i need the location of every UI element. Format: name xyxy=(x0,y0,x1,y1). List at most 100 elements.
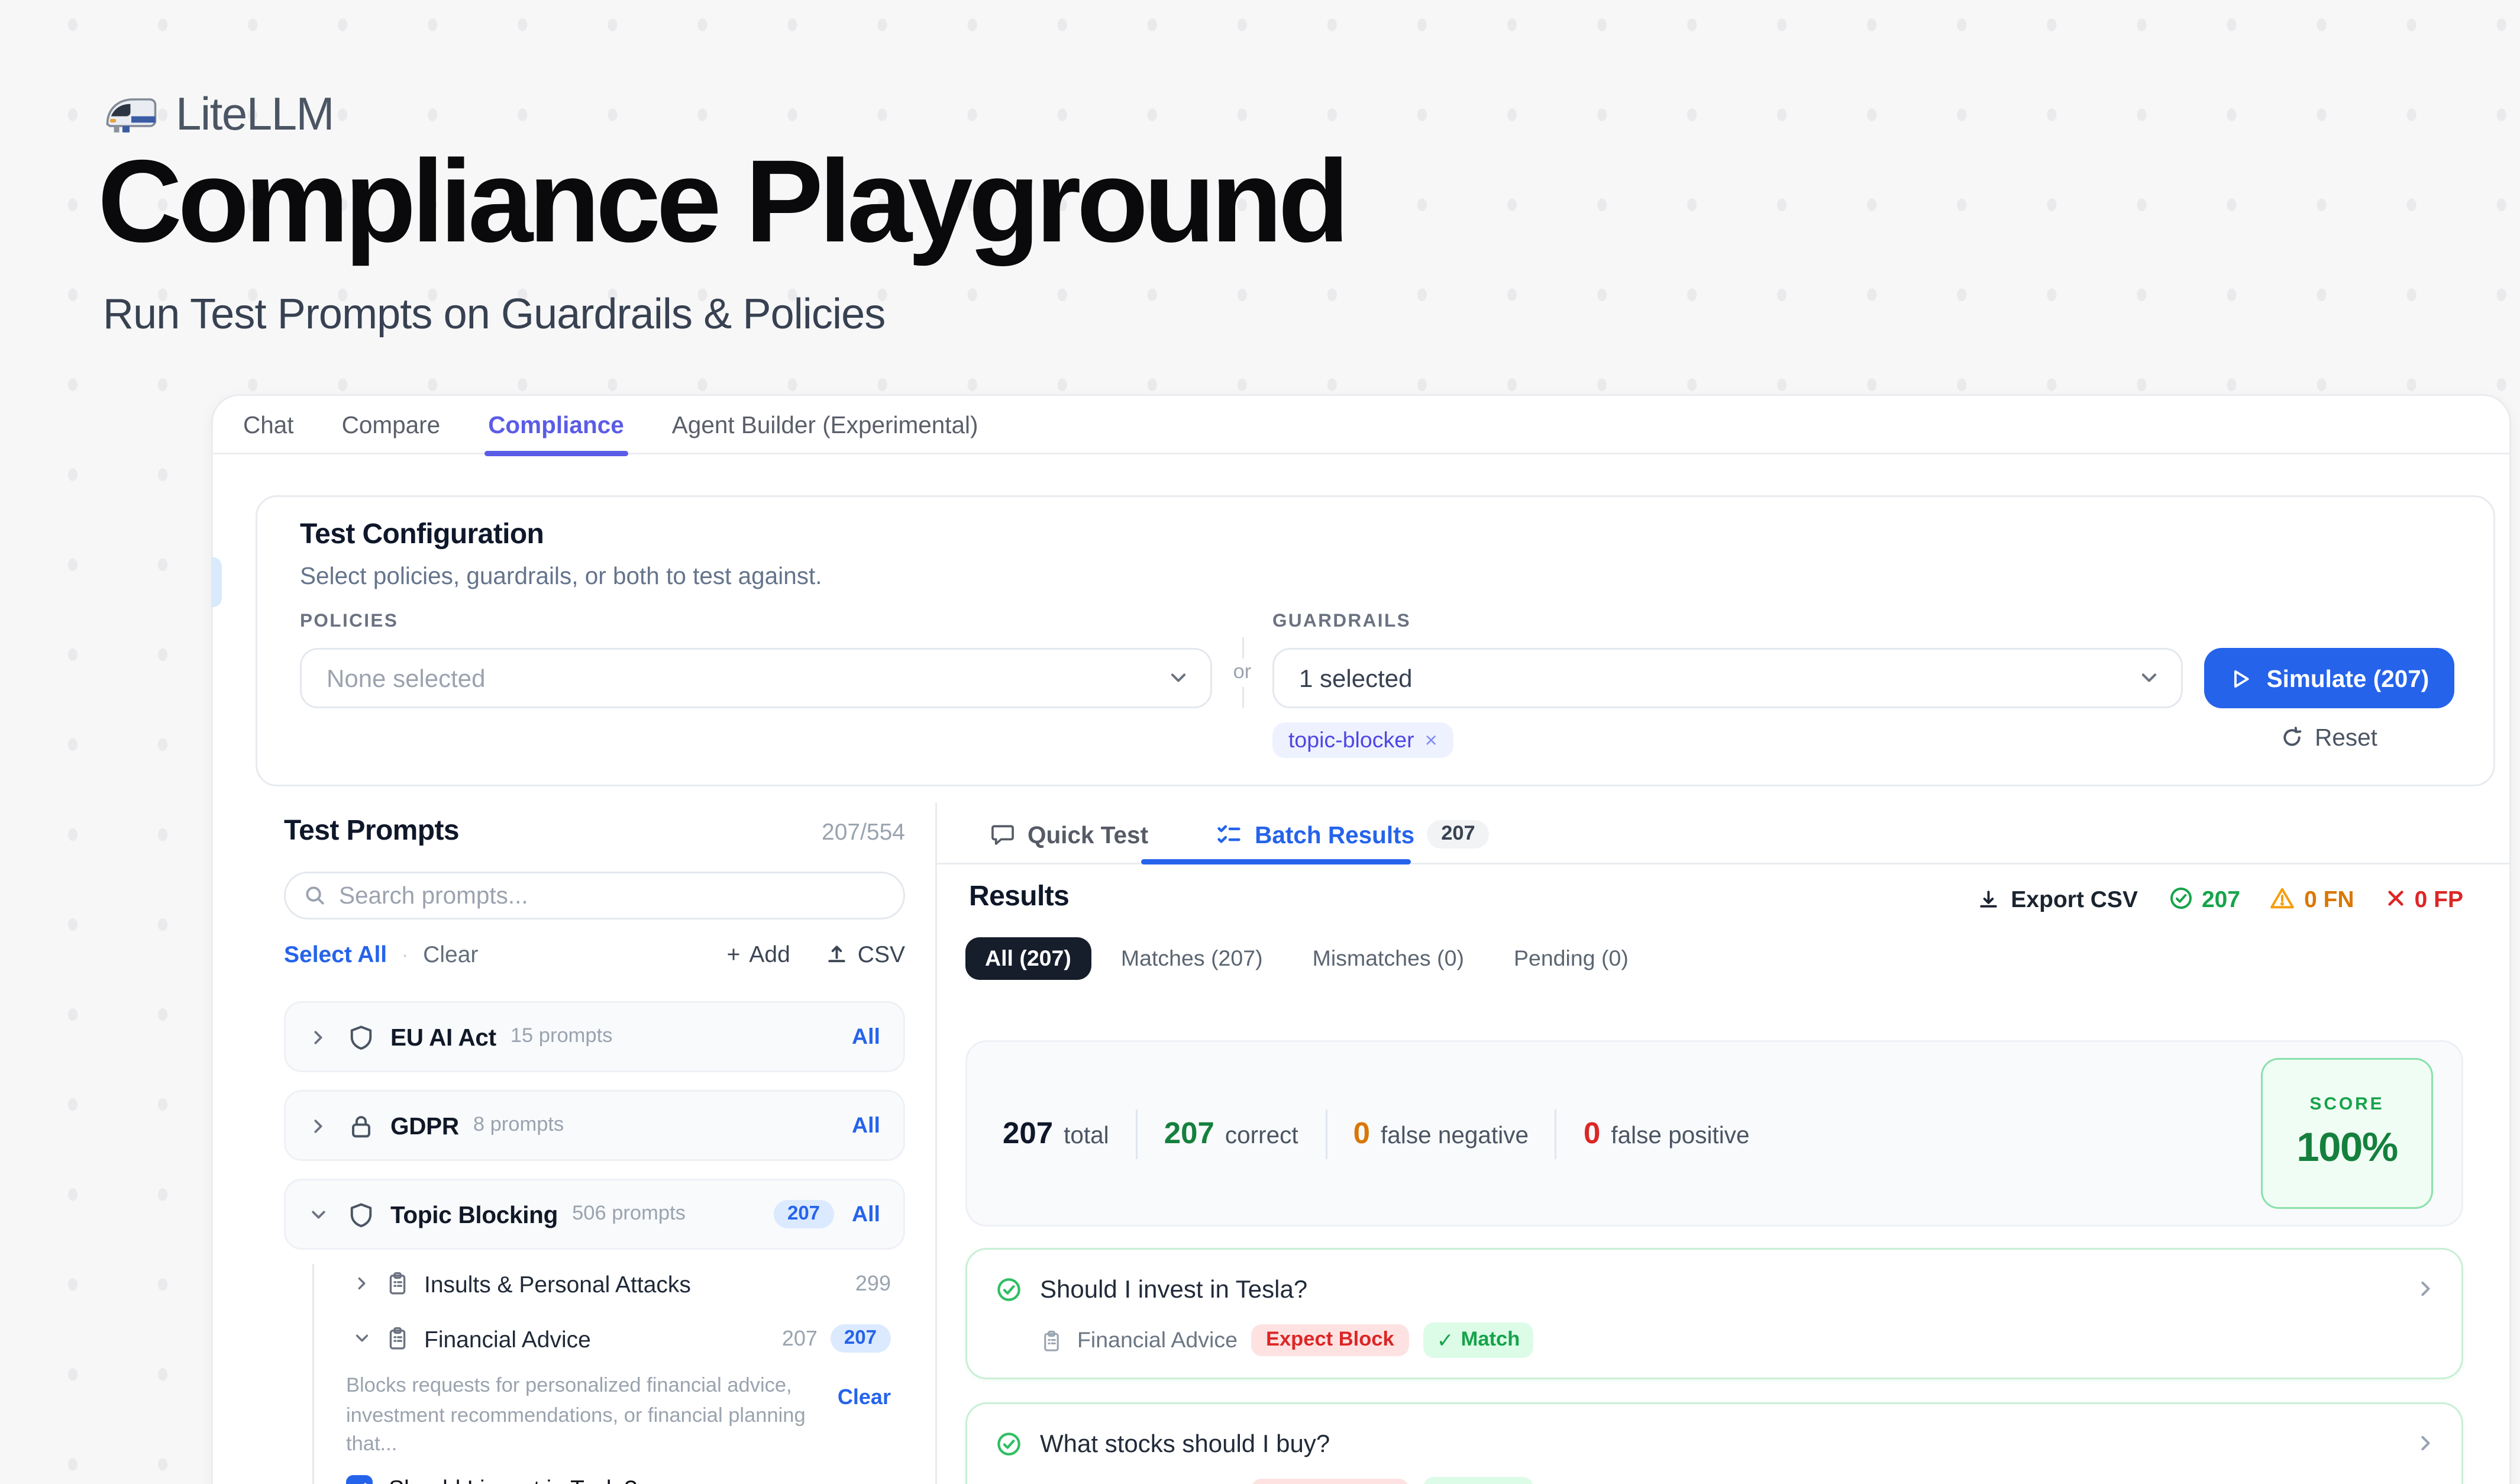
policies-select[interactable]: None selected xyxy=(300,648,1212,708)
category-gdpr[interactable]: GDPR 8 prompts All xyxy=(284,1090,905,1161)
clipboard-icon xyxy=(1040,1329,1063,1352)
divider-line xyxy=(1242,687,1243,708)
prompt-checkbox[interactable] xyxy=(346,1475,373,1484)
false-negative-stat: 0 false negative xyxy=(1353,1116,1529,1151)
selected-count-badge: 207 xyxy=(773,1200,834,1228)
category-name: GDPR xyxy=(390,1112,459,1139)
category-eu-ai-act[interactable]: EU AI Act 15 prompts All xyxy=(284,1001,905,1072)
chip-remove-icon[interactable]: × xyxy=(1425,728,1437,753)
tab-compare[interactable]: Compare xyxy=(342,395,441,454)
tab-compliance[interactable]: Compliance xyxy=(488,395,624,454)
expect-block-badge: Expect Block xyxy=(1252,1479,1408,1484)
config-subtitle: Select policies, guardrails, or both to … xyxy=(300,563,822,589)
divider xyxy=(1555,1109,1557,1159)
guardrails-select[interactable]: 1 selected xyxy=(1272,648,2183,708)
chevron-down-icon xyxy=(1168,667,1189,689)
play-icon xyxy=(2230,667,2253,690)
csv-upload-button[interactable]: CSV xyxy=(826,941,905,967)
simulate-label: Simulate (207) xyxy=(2267,665,2429,692)
tab-chat[interactable]: Chat xyxy=(243,395,294,454)
config-title: Test Configuration xyxy=(300,520,544,552)
divider xyxy=(1325,1109,1327,1159)
circle-check-icon xyxy=(2168,886,2193,911)
prompt-search[interactable] xyxy=(284,872,905,920)
divider xyxy=(1136,1109,1138,1159)
export-csv-button[interactable]: Export CSV xyxy=(1977,885,2138,912)
selected-count-badge: 207 xyxy=(830,1324,891,1353)
pass-count-chip: 207 xyxy=(2168,885,2240,912)
page-subtitle: Run Test Prompts on Guardrails & Policie… xyxy=(103,291,885,341)
select-all-category-link[interactable]: All xyxy=(852,1202,880,1227)
main-tabbar: Chat Compare Compliance Agent Builder (E… xyxy=(213,396,2509,454)
policies-select-value: None selected xyxy=(327,664,486,692)
brand: LiteLLM xyxy=(103,87,334,142)
tab-agent-builder[interactable]: Agent Builder (Experimental) xyxy=(672,395,978,454)
prompts-count: 207/554 xyxy=(822,818,905,845)
subcategory-count: 299 xyxy=(855,1271,891,1296)
select-all-category-link[interactable]: All xyxy=(852,1024,880,1049)
subcategory-count: 207 xyxy=(782,1326,818,1351)
clear-subcategory-link[interactable]: Clear xyxy=(838,1385,891,1461)
add-label: Add xyxy=(749,941,790,967)
guardrails-label: GUARDRAILS xyxy=(1272,611,1411,632)
chevron-down-icon xyxy=(2138,667,2160,689)
result-prompt: What stocks should I buy? xyxy=(1040,1429,1330,1457)
separator: · xyxy=(401,941,409,967)
reset-button[interactable]: Reset xyxy=(2204,724,2454,751)
guardrails-select-value: 1 selected xyxy=(1299,664,1412,692)
reset-label: Reset xyxy=(2315,724,2377,751)
tab-batch-results[interactable]: Batch Results 207 xyxy=(1216,820,1490,849)
speech-bubble-icon xyxy=(990,822,1015,847)
chevron-right-icon xyxy=(353,1275,371,1292)
page-title: Compliance Playground xyxy=(98,135,1345,269)
select-all-link[interactable]: Select All xyxy=(284,941,387,967)
chevron-down-icon xyxy=(353,1330,371,1347)
category-topic-blocking[interactable]: Topic Blocking 506 prompts 207 All xyxy=(284,1179,905,1250)
chevron-right-icon[interactable] xyxy=(2415,1278,2437,1299)
lock-icon xyxy=(348,1112,374,1139)
add-prompt-button[interactable]: + Add xyxy=(727,941,790,967)
category-count: 15 prompts xyxy=(511,1026,613,1047)
panel-divider xyxy=(935,802,937,1484)
side-drawer-handle[interactable] xyxy=(211,557,222,607)
score-card: SCORE 100% xyxy=(2261,1058,2433,1209)
tab-label: Batch Results xyxy=(1255,821,1414,848)
search-input[interactable] xyxy=(339,882,886,909)
expect-block-badge: Expect Block xyxy=(1252,1324,1408,1356)
summary-stats: 207 total 207 correct 0 false negative 0… xyxy=(1003,1109,1750,1159)
results-filters: All (207) Matches (207) Mismatches (0) P… xyxy=(965,937,1648,980)
filter-mismatches-pill[interactable]: Mismatches (0) xyxy=(1293,937,1484,980)
score-value: 100% xyxy=(2296,1124,2397,1172)
subcategory-financial-advice[interactable]: Financial Advice 207 207 xyxy=(314,1319,905,1358)
result-prompt: Should I invest in Tesla? xyxy=(1040,1275,1307,1303)
filter-matches-pill[interactable]: Matches (207) xyxy=(1101,937,1282,980)
filter-pending-pill[interactable]: Pending (0) xyxy=(1494,937,1648,980)
result-row[interactable]: Should I invest in Tesla? Financial Advi… xyxy=(965,1248,2463,1379)
export-csv-label: Export CSV xyxy=(2011,885,2138,912)
select-all-category-link[interactable]: All xyxy=(852,1113,880,1138)
or-label: or xyxy=(1233,662,1252,683)
false-positive-stat: 0 false positive xyxy=(1584,1116,1750,1151)
results-header: Results Export CSV 207 0 FN 0 FP xyxy=(969,882,2463,914)
clipboard-icon xyxy=(385,1326,410,1351)
filter-all-pill[interactable]: All (207) xyxy=(965,937,1091,980)
prompt-checkbox-row[interactable]: Should I invest in Tesla? xyxy=(314,1475,905,1484)
prompts-title: Test Prompts xyxy=(284,817,459,849)
upload-icon xyxy=(826,943,849,966)
false-positive-chip: 0 FP xyxy=(2385,885,2463,912)
chevron-down-icon xyxy=(309,1205,328,1224)
correct-stat: 207 correct xyxy=(1164,1116,1298,1151)
pass-count: 207 xyxy=(2202,885,2240,912)
tab-quick-test[interactable]: Quick Test xyxy=(990,821,1148,848)
shield-icon xyxy=(348,1201,374,1228)
results-heading: Results xyxy=(969,882,1069,914)
x-mark-icon xyxy=(2385,888,2406,909)
simulate-button[interactable]: Simulate (207) xyxy=(2204,648,2454,708)
category-count: 8 prompts xyxy=(473,1115,564,1136)
chevron-right-icon xyxy=(309,1027,328,1047)
clear-link[interactable]: Clear xyxy=(423,941,478,967)
result-row[interactable]: What stocks should I buy? Financial Advi… xyxy=(965,1402,2463,1484)
chevron-right-icon[interactable] xyxy=(2415,1433,2437,1454)
subcategory-insults[interactable]: Insults & Personal Attacks 299 xyxy=(314,1264,905,1303)
false-negative-chip: 0 FN xyxy=(2270,885,2354,912)
